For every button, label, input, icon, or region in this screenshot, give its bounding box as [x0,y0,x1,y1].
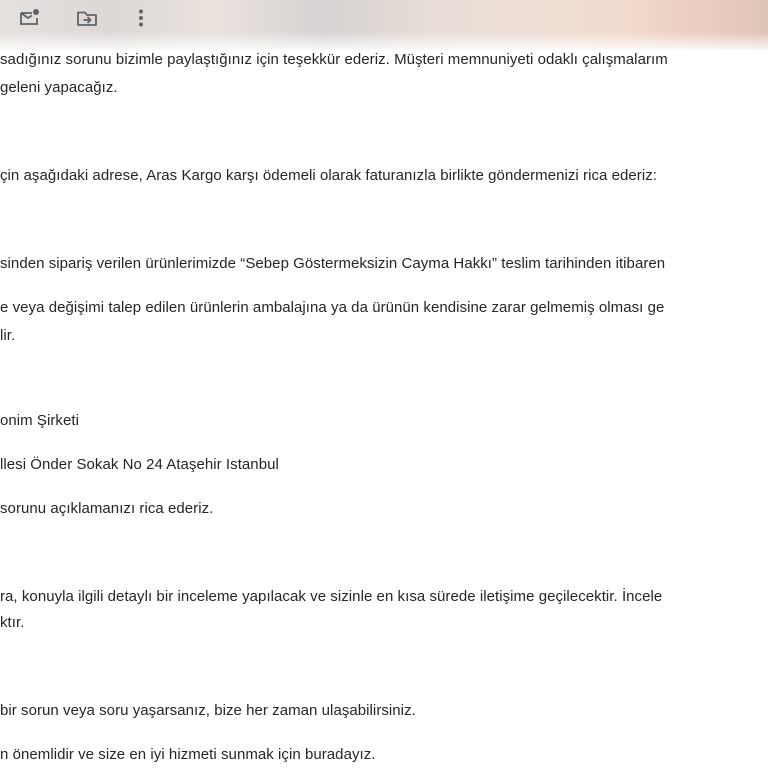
email-view: sadığınız sorunu bizimle paylaştığınız i… [0,0,768,768]
more-options-button[interactable] [127,4,155,32]
body-line: onim Şirketi [0,412,79,429]
move-to-icon [75,6,99,30]
body-line: geleni yapacağız. [0,79,118,96]
body-line: e veya değişimi talep edilen ürünlerin a… [0,299,665,316]
message-body: sadığınız sorunu bizimle paylaştığınız i… [0,50,768,768]
body-line: ktır. [0,614,25,631]
message-toolbar [0,0,768,50]
body-line: bir sorun veya soru yaşarsanız, bize her… [0,702,416,719]
body-line: sinden sipariş verilen ürünlerimizde “Se… [0,255,666,272]
body-line: sadığınız sorunu bizimle paylaştığınız i… [0,51,668,68]
mark-unread-icon [17,6,41,30]
body-line: llesi Önder Sokak No 24 Ataşehir Istanbu… [0,456,279,473]
move-to-button[interactable] [73,4,101,32]
body-line: n önemlidir ve size en iyi hizmeti sunma… [0,746,376,763]
body-line: sorunu açıklamanızı rica ederiz. [0,500,214,517]
more-vert-icon [129,6,153,30]
body-line: çin aşağıdaki adrese, Aras Kargo karşı ö… [0,167,657,184]
body-line: ra, konuyla ilgili detaylı bir inceleme … [0,588,663,605]
mark-unread-button[interactable] [15,4,43,32]
body-line: lir. [0,327,16,344]
